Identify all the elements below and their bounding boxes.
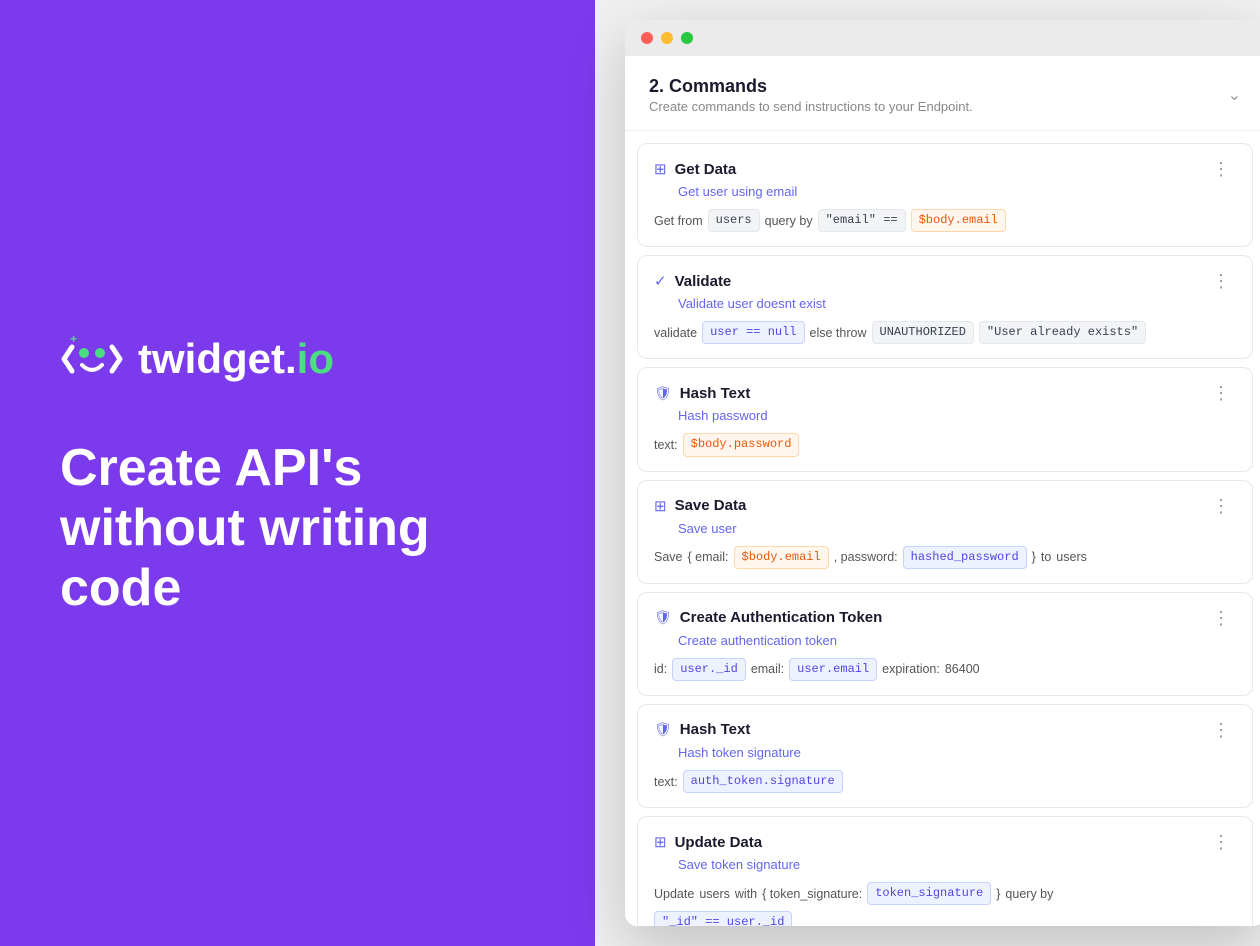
chevron-down-icon[interactable]: ⌄ [1228,85,1241,105]
user-null-chip: user == null [702,321,804,344]
more-options-btn[interactable]: ⋮ [1206,158,1236,180]
command-title: Validate [675,273,732,290]
grid-icon: ⊞ [654,833,667,851]
command-header: ⊞ Update Data ⋮ [654,831,1236,853]
body-email-chip: $body.email [911,209,1006,232]
body-password-chip: $body.password [683,433,800,456]
svg-text:+: + [70,332,77,346]
command-title: Save Data [675,497,747,514]
mac-close-btn[interactable] [641,32,653,44]
shield-icon: 🛡 [654,609,672,626]
command-subtitle: Save user [654,521,1236,536]
command-card-update-data: ⊞ Update Data ⋮ Save token signature Upd… [637,816,1253,926]
command-body: Get from users query by "email" == $body… [654,209,1236,232]
more-options-btn[interactable]: ⋮ [1206,831,1236,853]
command-title-row: 🛡 Hash Text [654,721,750,738]
more-options-btn[interactable]: ⋮ [1206,495,1236,517]
command-body-line2: "_id" == user._id [654,911,1236,926]
mac-minimize-btn[interactable] [661,32,673,44]
command-header: 🛡 Create Authentication Token ⋮ [654,607,1236,629]
token-sig-chip: token_signature [867,882,991,905]
command-header: ✓ Validate ⋮ [654,270,1236,292]
section-title: 2. Commands [649,76,973,97]
shield-icon: 🛡 [654,721,672,738]
command-body: validate user == null else throw UNAUTHO… [654,321,1236,344]
section-subtitle: Create commands to send instructions to … [649,99,973,114]
logo-accent: io [297,335,334,382]
command-card-hash-token: 🛡 Hash Text ⋮ Hash token signature text:… [637,704,1253,808]
command-body: id: user._id email: user.email expiratio… [654,658,1236,681]
command-subtitle: Hash password [654,408,1236,423]
logo-icon: + [60,327,124,391]
hashed-password-chip: hashed_password [903,546,1027,569]
command-card-hash-password: 🛡 Hash Text ⋮ Hash password text: $body.… [637,367,1253,471]
shield-icon: 🛡 [654,385,672,402]
command-title: Get Data [675,161,737,178]
mac-maximize-btn[interactable] [681,32,693,44]
grid-icon: ⊞ [654,497,667,515]
window-content: 2. Commands Create commands to send inst… [625,56,1260,926]
more-options-btn[interactable]: ⋮ [1206,719,1236,741]
command-title: Create Authentication Token [680,609,883,626]
command-title: Hash Text [680,721,751,738]
commands-list: ⊞ Get Data ⋮ Get user using email Get fr… [625,131,1260,926]
mac-titlebar [625,20,1260,56]
command-subtitle: Save token signature [654,857,1236,872]
unauthorized-chip: UNAUTHORIZED [872,321,974,344]
user-id-chip: user._id [672,658,746,681]
command-body: text: auth_token.signature [654,770,1236,793]
tagline: Create API's without writing code [60,439,535,618]
command-header: ⊞ Get Data ⋮ [654,158,1236,180]
logo-main: twidget. [138,335,297,382]
more-options-btn[interactable]: ⋮ [1206,382,1236,404]
command-card-get-data: ⊞ Get Data ⋮ Get user using email Get fr… [637,143,1253,247]
users-chip: users [708,209,760,232]
more-options-btn[interactable]: ⋮ [1206,607,1236,629]
command-body: text: $body.password [654,433,1236,456]
command-body: Save { email: $body.email , password: ha… [654,546,1236,569]
command-subtitle: Hash token signature [654,745,1236,760]
command-header: ⊞ Save Data ⋮ [654,495,1236,517]
logo-text: twidget.io [138,335,334,383]
user-exists-chip: "User already exists" [979,321,1146,344]
user-email-chip: user.email [789,658,877,681]
command-title-row: 🛡 Create Authentication Token [654,609,882,626]
body-email-chip: $body.email [734,546,829,569]
left-panel: + twidget.io Create API's without writin… [0,0,595,946]
grid-icon: ⊞ [654,160,667,178]
command-header: 🛡 Hash Text ⋮ [654,382,1236,404]
command-subtitle: Validate user doesnt exist [654,296,1236,311]
command-title: Hash Text [680,385,751,402]
command-title: Update Data [675,834,763,851]
id-chip: "_id" == user._id [654,911,792,926]
command-subtitle: Create authentication token [654,633,1236,648]
section-header: 2. Commands Create commands to send inst… [625,56,1260,131]
command-title-row: ⊞ Get Data [654,160,736,178]
command-title-row: ⊞ Save Data [654,497,746,515]
command-title-row: 🛡 Hash Text [654,385,750,402]
command-title-row: ✓ Validate [654,272,731,290]
right-panel: 2. Commands Create commands to send inst… [595,0,1260,946]
command-card-save-data: ⊞ Save Data ⋮ Save user Save { email: $b… [637,480,1253,584]
command-header: 🛡 Hash Text ⋮ [654,719,1236,741]
command-card-validate: ✓ Validate ⋮ Validate user doesnt exist … [637,255,1253,359]
command-card-auth-token: 🛡 Create Authentication Token ⋮ Create a… [637,592,1253,696]
email-eq-chip: "email" == [818,209,906,232]
logo-container: + twidget.io [60,327,535,391]
mac-window: 2. Commands Create commands to send inst… [625,20,1260,926]
auth-token-sig-chip: auth_token.signature [683,770,843,793]
check-circle-icon: ✓ [654,272,667,290]
command-body: Update users with { token_signature: tok… [654,882,1236,905]
command-subtitle: Get user using email [654,184,1236,199]
command-title-row: ⊞ Update Data [654,833,762,851]
more-options-btn[interactable]: ⋮ [1206,270,1236,292]
